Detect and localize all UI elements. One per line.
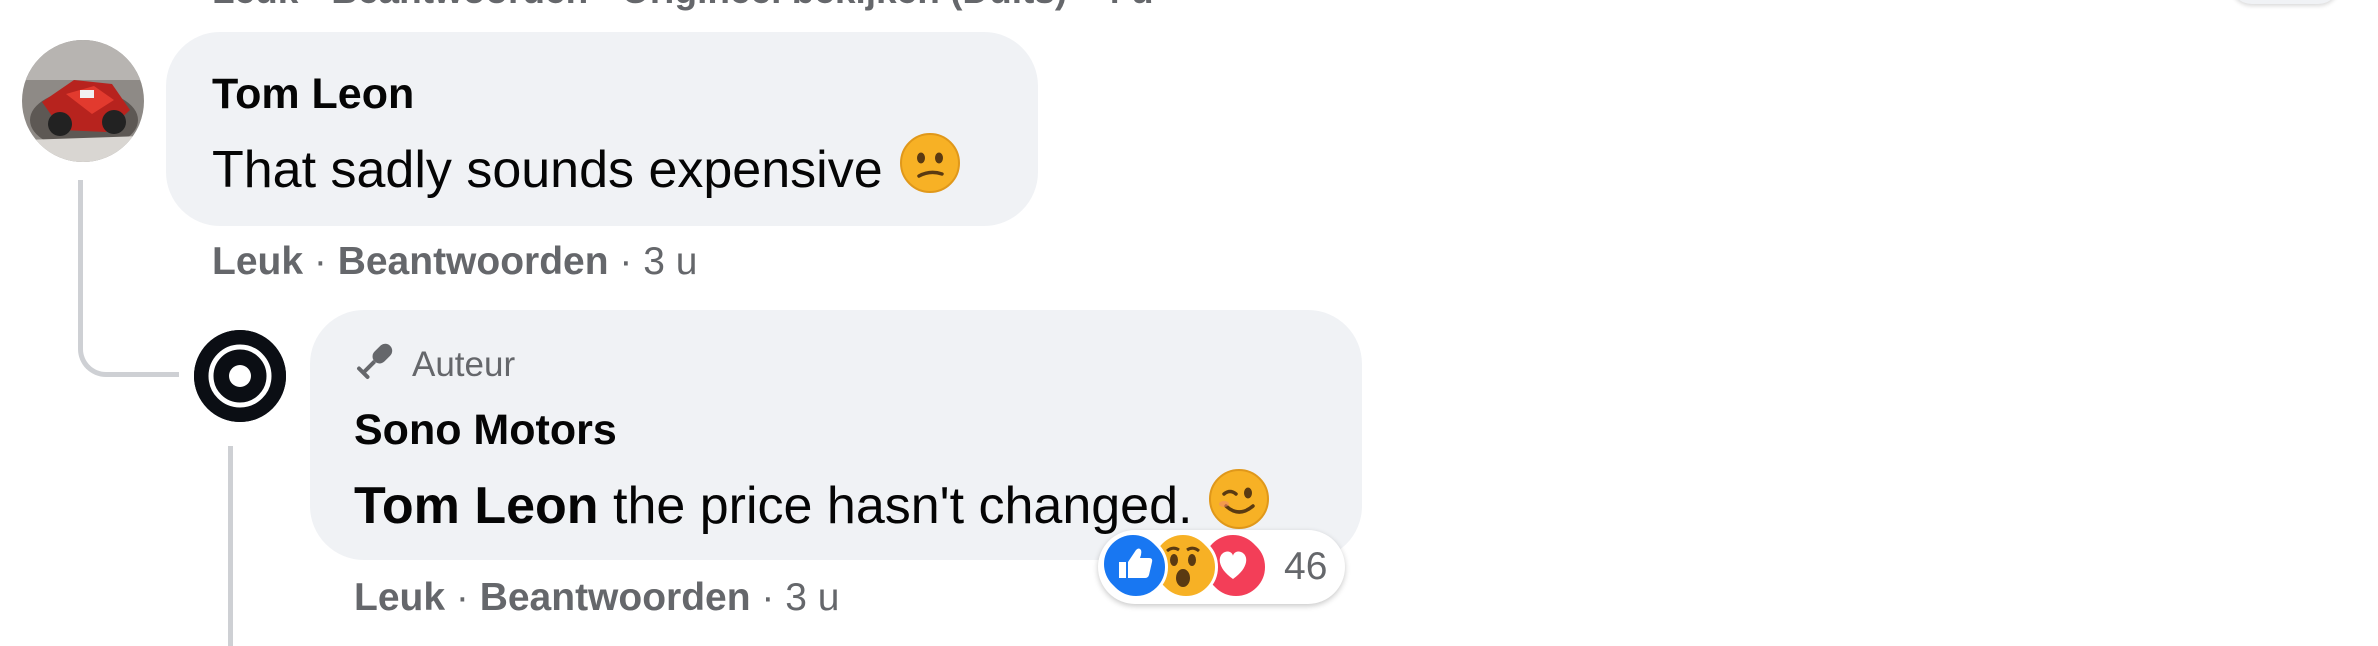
reply-author-name[interactable]: Sono Motors — [354, 406, 617, 455]
comment-actions: Leuk · Beantwoorden · 3 u — [212, 240, 697, 284]
author-badge: Auteur — [354, 338, 515, 391]
previous-comment-reaction-pill[interactable] — [2230, 0, 2340, 4]
comment-text: That sadly sounds expensive — [212, 140, 883, 199]
separator: · — [608, 240, 644, 283]
reply-timestamp[interactable]: 3 u — [785, 576, 839, 619]
like-link[interactable]: Leuk — [212, 240, 303, 283]
reaction-count: 46 — [1284, 545, 1328, 588]
confused-face-icon — [899, 132, 961, 207]
reply-link[interactable]: Beantwoorden — [480, 576, 751, 619]
thread-connector-line — [78, 180, 179, 377]
comment-timestamp[interactable]: 3 u — [643, 240, 697, 283]
avatar-tom-leon[interactable] — [22, 40, 144, 162]
like-link[interactable]: Leuk — [354, 576, 445, 619]
reactions-summary[interactable]: 46 — [1098, 530, 1346, 604]
mention-link[interactable]: Tom Leon — [354, 476, 599, 536]
microphone-icon — [354, 338, 398, 391]
reply-bubble: Auteur Sono Motors Tom Leon the price ha… — [310, 310, 1362, 560]
reply-actions: Leuk · Beantwoorden · 3 u — [354, 576, 839, 620]
thread-vertical-line — [228, 446, 233, 646]
like-reaction-icon — [1104, 535, 1168, 599]
reply-link[interactable]: Beantwoorden — [338, 240, 609, 283]
reply-text: the price hasn't changed. — [598, 476, 1193, 535]
author-badge-label: Auteur — [412, 344, 516, 384]
comment-bubble: Tom Leon That sadly sounds expensive — [166, 32, 1038, 226]
comment-author-name[interactable]: Tom Leon — [212, 70, 414, 119]
avatar-sono-motors[interactable] — [194, 330, 286, 422]
separator: · — [445, 576, 480, 619]
previous-comment-actions: Leuk · Beantwoorden · Origineel bekijken… — [212, 0, 1154, 12]
separator: · — [303, 240, 338, 283]
separator: · — [750, 576, 786, 619]
